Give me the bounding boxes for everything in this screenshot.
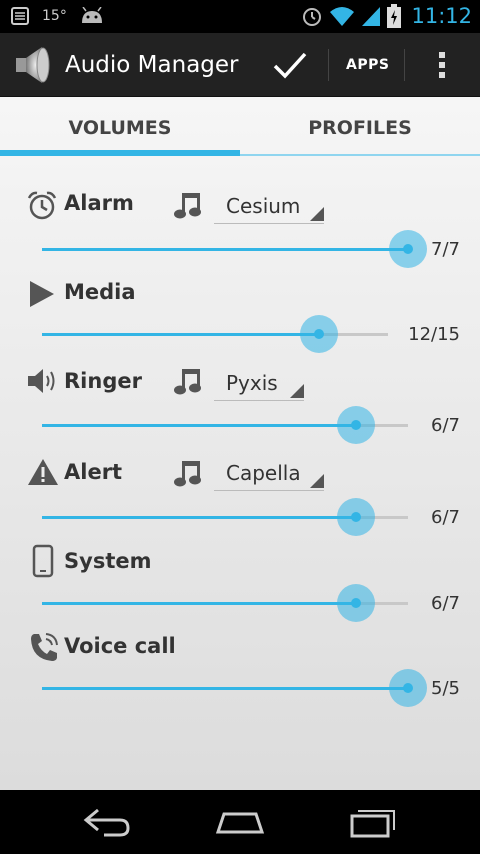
voice-call-volume-slider[interactable] [42,687,408,690]
slider-fill [42,424,356,427]
ringer-volume-level: 6/7 [431,415,460,436]
tab-profiles[interactable]: PROFILES [240,117,480,139]
volumes-panel: VOLUMES PROFILES Alarm Cesium 7/7 Media … [0,97,480,790]
slider-fill [42,516,356,519]
voice-call-volume-level: 5/5 [431,678,460,699]
alarm-clock-icon [303,8,322,26]
android-icon [81,7,102,23]
music-note-icon [174,369,201,395]
speaker-logo-icon [16,47,50,83]
slider-thumb[interactable] [336,584,375,622]
divider [328,49,329,81]
navigation-bar [0,790,480,854]
music-note-icon [174,461,201,487]
dropdown-arrow-icon [310,207,324,221]
ringer-tone-dropdown[interactable]: Pyxis [214,365,304,401]
ringer-label: Ringer [64,369,142,393]
slider-thumb[interactable] [336,498,375,536]
recents-icon[interactable] [348,804,400,840]
music-note-icon [174,193,201,219]
tab-bar: VOLUMES PROFILES [0,97,480,157]
check-icon[interactable] [272,49,308,81]
slider-thumb[interactable] [336,406,375,444]
media-volume-level: 12/15 [408,324,460,345]
slider-fill [42,602,356,605]
wifi-icon [330,7,355,26]
slider-fill [42,687,408,690]
ringer-tone-value: Pyxis [226,371,278,395]
battery-charging-icon [387,4,402,28]
alarm-tone-dropdown[interactable]: Cesium [214,188,324,224]
alarm-label: Alarm [64,191,134,215]
media-label: Media [64,280,136,304]
tab-indicator [0,150,240,156]
slider-thumb[interactable] [299,315,338,353]
apps-button[interactable]: APPS [346,57,389,73]
slider-fill [42,333,319,336]
home-icon[interactable] [214,804,266,840]
action-bar: Audio Manager APPS [0,33,480,97]
alarm-volume-level: 7/7 [431,239,460,260]
app-title: Audio Manager [65,52,239,78]
alarm-volume-slider[interactable] [42,248,408,251]
temperature: 15° [42,8,67,24]
alarm-tone-value: Cesium [226,194,301,218]
clock: 11:12 [411,4,472,28]
alert-tone-dropdown[interactable]: Capella [214,455,324,491]
overflow-menu-icon[interactable] [436,49,448,81]
speaker-icon [28,369,55,393]
play-icon [30,281,54,307]
back-icon[interactable] [82,804,134,840]
voice-call-label: Voice call [64,634,176,658]
signal-icon [362,7,381,26]
dropdown-arrow-icon [310,474,324,488]
notes-icon [11,7,29,25]
alert-tone-value: Capella [226,461,301,485]
divider [404,49,405,81]
tab-volumes[interactable]: VOLUMES [0,117,240,139]
slider-fill [42,248,408,251]
phone-icon [32,544,54,578]
system-label: System [64,549,152,573]
dropdown-arrow-icon [290,384,304,398]
alert-label: Alert [64,460,123,484]
alarm-clock-icon [27,191,57,220]
alert-volume-level: 6/7 [431,507,460,528]
status-bar: 15° 11:12 [0,0,480,33]
system-volume-level: 6/7 [431,593,460,614]
call-icon [31,633,58,661]
warning-icon [28,459,58,485]
